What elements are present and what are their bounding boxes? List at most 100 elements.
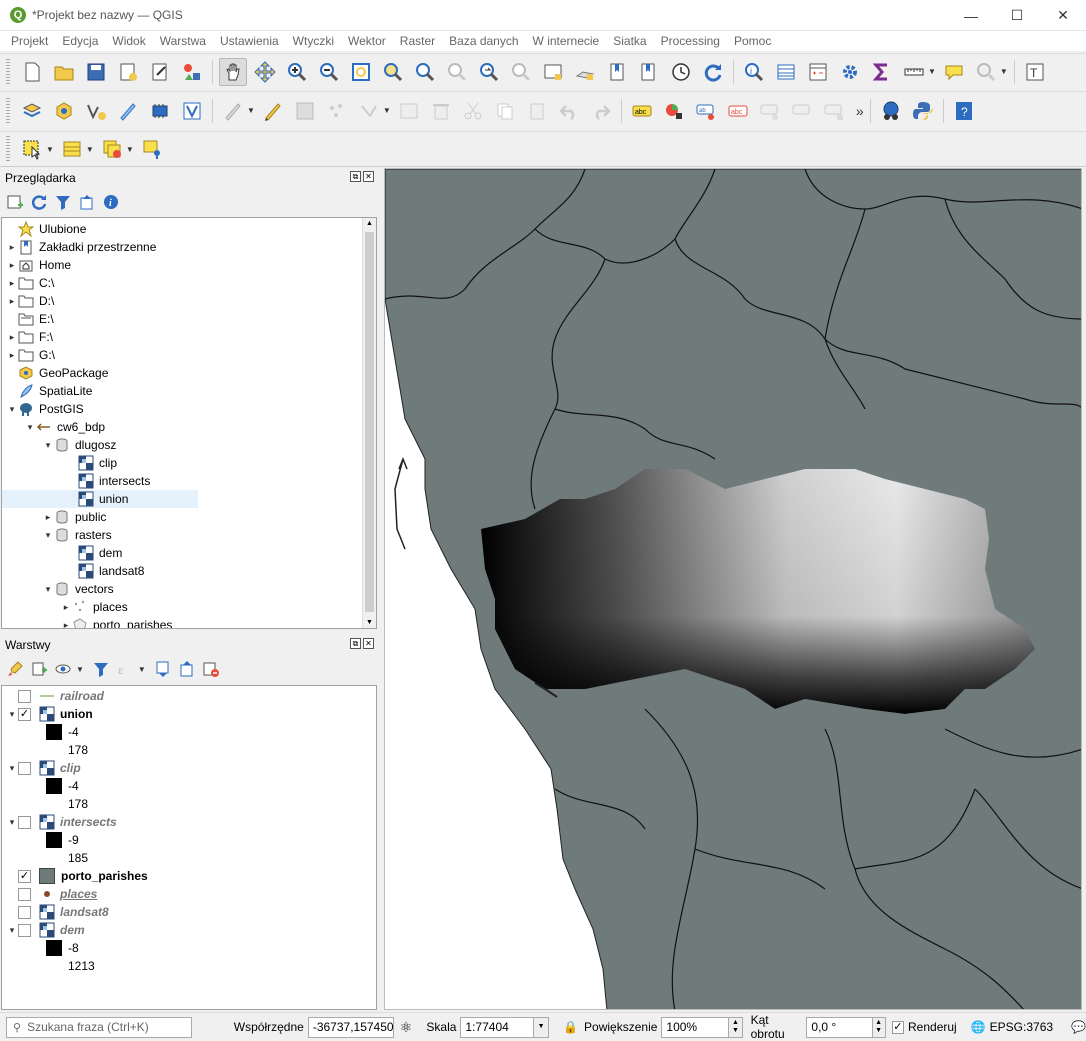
pin-labels-icon[interactable]: ab bbox=[692, 97, 720, 125]
add-point-feature-icon[interactable] bbox=[323, 97, 351, 125]
new-temporary-layer-icon[interactable] bbox=[114, 97, 142, 125]
browser-item-drive-g[interactable]: ▸ G:\ bbox=[6, 346, 55, 364]
spatial-bookmark-icon[interactable] bbox=[603, 58, 631, 86]
messages-icon[interactable]: 💬 bbox=[1071, 1020, 1086, 1034]
collapse-arrow-icon[interactable]: ▾ bbox=[42, 440, 54, 451]
pan-to-selection-icon[interactable] bbox=[251, 58, 279, 86]
manage-map-themes-icon[interactable] bbox=[54, 660, 72, 678]
close-panel-icon[interactable]: ✕ bbox=[363, 171, 374, 182]
collapse-arrow-icon[interactable]: ▾ bbox=[6, 404, 18, 415]
browser-item-schema-public[interactable]: ▸ public bbox=[42, 508, 107, 526]
select-by-expression-dropdown-icon[interactable]: ▼ bbox=[86, 145, 94, 154]
browser-item-geopackage[interactable]: GeoPackage bbox=[6, 364, 108, 382]
layer-intersects[interactable]: ▾ intersects bbox=[6, 813, 117, 831]
browser-item-clip[interactable]: clip bbox=[78, 454, 117, 472]
open-project-icon[interactable] bbox=[50, 58, 78, 86]
expand-arrow-icon[interactable]: ▸ bbox=[42, 512, 54, 523]
zoom-next-icon[interactable] bbox=[507, 58, 535, 86]
layer-visibility-checkbox[interactable] bbox=[18, 887, 31, 901]
new-virtual-layer-icon[interactable] bbox=[146, 97, 174, 125]
close-window-button[interactable]: ✕ bbox=[1040, 0, 1086, 31]
show-bookmarks-icon[interactable] bbox=[635, 58, 663, 86]
change-label-icon[interactable] bbox=[820, 97, 848, 125]
help-contents-icon[interactable]: ? bbox=[950, 97, 978, 125]
menu-siatka[interactable]: Siatka bbox=[606, 34, 653, 48]
map-tips-icon[interactable] bbox=[940, 58, 968, 86]
paste-features-icon[interactable] bbox=[523, 97, 551, 125]
show-hide-labels-icon[interactable]: abc bbox=[724, 97, 752, 125]
render-checkbox[interactable]: ✓ bbox=[891, 1020, 905, 1034]
browser-item-schema-dlugosz[interactable]: ▾ dlugosz bbox=[42, 436, 117, 454]
toolbar-handle[interactable] bbox=[6, 58, 10, 85]
menu-pomoc[interactable]: Pomoc bbox=[727, 34, 778, 48]
save-layer-edits-icon[interactable] bbox=[291, 97, 319, 125]
browser-item-schema-rasters[interactable]: ▾ rasters bbox=[42, 526, 112, 544]
new-map-view-icon[interactable] bbox=[539, 58, 567, 86]
filter-browser-icon[interactable] bbox=[54, 193, 72, 211]
locator-search-icon[interactable] bbox=[972, 58, 1000, 86]
menu-raster[interactable]: Raster bbox=[393, 34, 442, 48]
processing-toolbox-icon[interactable] bbox=[836, 58, 864, 86]
select-features-icon[interactable] bbox=[18, 135, 46, 163]
statistical-summary-icon[interactable] bbox=[868, 58, 896, 86]
cut-features-icon[interactable] bbox=[459, 97, 487, 125]
coordinate-field[interactable]: -36737,157450 bbox=[307, 1016, 394, 1038]
maximize-button[interactable]: ☐ bbox=[994, 0, 1040, 31]
zoom-native-icon[interactable] bbox=[443, 58, 471, 86]
scale-field[interactable]: 1:77404 bbox=[460, 1016, 535, 1038]
rotate-label-icon[interactable] bbox=[788, 97, 816, 125]
browser-item-schema-vectors[interactable]: ▾ vectors bbox=[42, 580, 114, 598]
locator-dropdown-icon[interactable]: ▼ bbox=[1000, 67, 1008, 76]
remove-layer-icon[interactable] bbox=[202, 660, 220, 678]
new-geopackage-layer-icon[interactable] bbox=[50, 97, 78, 125]
browser-item-drive-c[interactable]: ▸ C:\ bbox=[6, 274, 55, 292]
filter-legend-icon[interactable] bbox=[92, 660, 110, 678]
browser-scroll-thumb[interactable] bbox=[365, 232, 374, 612]
new-project-icon[interactable] bbox=[18, 58, 46, 86]
menu-wtyczki[interactable]: Wtyczki bbox=[286, 34, 341, 48]
deselect-dropdown-icon[interactable]: ▼ bbox=[126, 145, 134, 154]
layer-places[interactable]: places bbox=[6, 885, 97, 903]
menu-edycja[interactable]: Edycja bbox=[55, 34, 105, 48]
style-manager-icon[interactable] bbox=[178, 58, 206, 86]
map-canvas[interactable] bbox=[384, 168, 1082, 1010]
delete-selected-icon[interactable] bbox=[427, 97, 455, 125]
select-by-location-icon[interactable] bbox=[138, 135, 166, 163]
properties-info-icon[interactable]: i bbox=[102, 193, 120, 211]
close-panel-icon[interactable]: ✕ bbox=[363, 638, 374, 649]
identify-features-icon[interactable]: i bbox=[740, 58, 768, 86]
vertex-tool-icon[interactable] bbox=[355, 97, 383, 125]
vertex-tool-dropdown-icon[interactable]: ▼ bbox=[383, 106, 391, 115]
minimize-button[interactable]: — bbox=[948, 0, 994, 31]
browser-item-spatialite[interactable]: SpatiaLite bbox=[6, 382, 92, 400]
select-features-dropdown-icon[interactable]: ▼ bbox=[46, 145, 54, 154]
layer-visibility-checkbox[interactable]: ✓ bbox=[18, 707, 31, 721]
toggle-extents-icon[interactable]: ⚛ bbox=[400, 1019, 413, 1036]
scale-dropdown-icon[interactable]: ▼ bbox=[534, 1016, 550, 1038]
layer-visibility-checkbox[interactable] bbox=[18, 815, 31, 829]
magnifier-spin-icon[interactable]: ▲ ▼ bbox=[729, 1016, 743, 1038]
collapse-arrow-icon[interactable]: ▾ bbox=[6, 925, 18, 936]
scroll-down-icon[interactable]: ▼ bbox=[366, 619, 373, 626]
open-field-calculator-icon[interactable] bbox=[804, 58, 832, 86]
browser-item-connection[interactable]: ▾ cw6_bdp bbox=[24, 418, 105, 436]
magnifier-field[interactable]: 100% bbox=[661, 1016, 730, 1038]
expand-arrow-icon[interactable]: ▸ bbox=[6, 278, 18, 289]
open-attribute-table-icon[interactable] bbox=[772, 58, 800, 86]
measure-dropdown-icon[interactable]: ▼ bbox=[928, 67, 936, 76]
copy-features-icon[interactable] bbox=[491, 97, 519, 125]
new-print-layout-icon[interactable] bbox=[114, 58, 142, 86]
lock-scale-icon[interactable]: 🔒 bbox=[563, 1020, 578, 1034]
layer-railroad[interactable]: railroad bbox=[6, 687, 104, 705]
browser-item-drive-e[interactable]: E:\ bbox=[6, 310, 54, 328]
move-label-icon[interactable] bbox=[756, 97, 784, 125]
menu-baza-danych[interactable]: Baza danych bbox=[442, 34, 525, 48]
add-selected-layers-icon[interactable] bbox=[6, 193, 24, 211]
filter-by-expression-icon[interactable]: ε bbox=[116, 660, 134, 678]
browser-scrollbar[interactable]: ▲ ▼ bbox=[362, 218, 376, 628]
refresh-icon[interactable] bbox=[699, 58, 727, 86]
expand-arrow-icon[interactable]: ▸ bbox=[6, 242, 18, 253]
menu-warstwa[interactable]: Warstwa bbox=[153, 34, 213, 48]
data-source-manager-icon[interactable] bbox=[18, 97, 46, 125]
save-project-icon[interactable] bbox=[82, 58, 110, 86]
